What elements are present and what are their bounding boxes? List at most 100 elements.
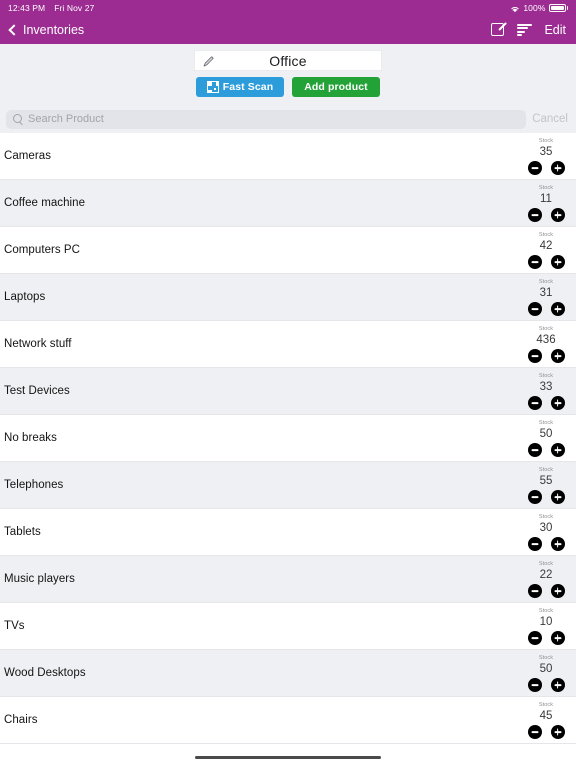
product-name: No breaks xyxy=(4,432,57,444)
plus-circle-icon[interactable] xyxy=(550,537,565,551)
minus-circle-icon[interactable] xyxy=(527,725,542,739)
product-row[interactable]: Coffee machine Stock 11 xyxy=(0,180,576,227)
back-button[interactable]: Inventories xyxy=(8,23,85,37)
stock-value: 35 xyxy=(539,146,553,158)
compose-icon[interactable] xyxy=(491,22,508,37)
minus-circle-icon[interactable] xyxy=(527,349,542,363)
add-product-label: Add product xyxy=(304,81,368,93)
nav-bar: Inventories Edit xyxy=(0,16,576,44)
product-name: Music players xyxy=(4,573,75,585)
stock-control: Stock 50 xyxy=(520,650,572,696)
plus-circle-icon[interactable] xyxy=(550,490,565,504)
product-row[interactable]: Network stuff Stock 436 xyxy=(0,321,576,368)
home-indicator[interactable] xyxy=(195,755,381,759)
stock-label: Stock xyxy=(538,232,554,238)
stock-label: Stock xyxy=(538,514,554,520)
plus-circle-icon[interactable] xyxy=(550,725,565,739)
inventory-title-field[interactable]: Office xyxy=(194,50,382,71)
plus-circle-icon[interactable] xyxy=(550,631,565,645)
product-row[interactable]: Laptops Stock 31 xyxy=(0,274,576,321)
minus-circle-icon[interactable] xyxy=(527,678,542,692)
plus-circle-icon[interactable] xyxy=(550,584,565,598)
product-name: Test Devices xyxy=(4,385,70,397)
wifi-icon xyxy=(510,5,520,13)
minus-circle-icon[interactable] xyxy=(527,302,542,316)
minus-circle-icon[interactable] xyxy=(527,631,542,645)
pencil-icon xyxy=(202,54,216,68)
product-name: Coffee machine xyxy=(4,197,86,209)
stock-value: 22 xyxy=(539,569,553,581)
battery-icon xyxy=(548,4,568,12)
minus-circle-icon[interactable] xyxy=(527,443,542,457)
stock-value: 50 xyxy=(539,428,553,440)
stock-value: 55 xyxy=(539,475,553,487)
stock-control: Stock 436 xyxy=(520,321,572,367)
product-row[interactable]: Wood Desktops Stock 50 xyxy=(0,650,576,697)
stock-value: 10 xyxy=(539,616,553,628)
product-row[interactable]: Cameras Stock 35 xyxy=(0,133,576,180)
product-name: Computers PC xyxy=(4,244,81,256)
stock-stepper xyxy=(527,161,565,175)
plus-circle-icon[interactable] xyxy=(550,255,565,269)
minus-circle-icon[interactable] xyxy=(527,537,542,551)
stock-label: Stock xyxy=(538,279,554,285)
product-row[interactable]: Test Devices Stock 33 xyxy=(0,368,576,415)
product-row[interactable]: Chairs Stock 45 xyxy=(0,697,576,744)
product-row[interactable]: Tablets Stock 30 xyxy=(0,509,576,556)
plus-circle-icon[interactable] xyxy=(550,302,565,316)
plus-circle-icon[interactable] xyxy=(550,396,565,410)
inventory-title-value: Office xyxy=(269,52,307,69)
search-input[interactable]: Search Product xyxy=(6,109,527,129)
product-name: Laptops xyxy=(4,291,46,303)
stock-stepper xyxy=(527,631,565,645)
product-name: Tablets xyxy=(4,526,41,538)
minus-circle-icon[interactable] xyxy=(527,396,542,410)
stock-control: Stock 42 xyxy=(520,227,572,273)
plus-circle-icon[interactable] xyxy=(550,678,565,692)
add-product-button[interactable]: Add product xyxy=(292,77,380,97)
product-row[interactable]: Computers PC Stock 42 xyxy=(0,227,576,274)
product-name: Chairs xyxy=(4,714,38,726)
minus-circle-icon[interactable] xyxy=(527,584,542,598)
stock-value: 50 xyxy=(539,663,553,675)
plus-circle-icon[interactable] xyxy=(550,349,565,363)
product-row[interactable]: No breaks Stock 50 xyxy=(0,415,576,462)
product-name: Telephones xyxy=(4,479,64,491)
fast-scan-button[interactable]: Fast Scan xyxy=(196,77,284,97)
stock-control: Stock 22 xyxy=(520,556,572,602)
product-row[interactable]: Telephones Stock 55 xyxy=(0,462,576,509)
stock-stepper xyxy=(527,349,565,363)
plus-circle-icon[interactable] xyxy=(550,208,565,222)
stock-control: Stock 31 xyxy=(520,274,572,320)
stock-stepper xyxy=(527,208,565,222)
stock-label: Stock xyxy=(538,326,554,332)
minus-circle-icon[interactable] xyxy=(527,161,542,175)
plus-circle-icon[interactable] xyxy=(550,161,565,175)
stock-label: Stock xyxy=(538,373,554,379)
stock-label: Stock xyxy=(538,420,554,426)
stock-label: Stock xyxy=(538,467,554,473)
nav-bar-actions: Edit xyxy=(491,22,566,37)
stock-stepper xyxy=(527,302,565,316)
stock-label: Stock xyxy=(538,655,554,661)
status-date: Fri Nov 27 xyxy=(54,3,95,13)
product-list: Cameras Stock 35 Coffee machine Stock 11 Compu… xyxy=(0,133,576,744)
minus-circle-icon[interactable] xyxy=(527,208,542,222)
search-icon xyxy=(13,114,23,124)
stock-control: Stock 11 xyxy=(520,180,572,226)
stock-control: Stock 10 xyxy=(520,603,572,649)
home-indicator-area xyxy=(0,746,576,768)
back-button-label: Inventories xyxy=(23,23,85,37)
stock-stepper xyxy=(527,537,565,551)
minus-circle-icon[interactable] xyxy=(527,255,542,269)
stock-label: Stock xyxy=(538,608,554,614)
product-row[interactable]: TVs Stock 10 xyxy=(0,603,576,650)
plus-circle-icon[interactable] xyxy=(550,443,565,457)
stock-control: Stock 50 xyxy=(520,415,572,461)
search-cancel-button[interactable]: Cancel xyxy=(532,113,570,125)
sort-lines-icon[interactable] xyxy=(517,24,533,36)
minus-circle-icon[interactable] xyxy=(527,490,542,504)
edit-button[interactable]: Edit xyxy=(544,23,566,37)
product-name: Cameras xyxy=(4,150,52,162)
product-row[interactable]: Music players Stock 22 xyxy=(0,556,576,603)
